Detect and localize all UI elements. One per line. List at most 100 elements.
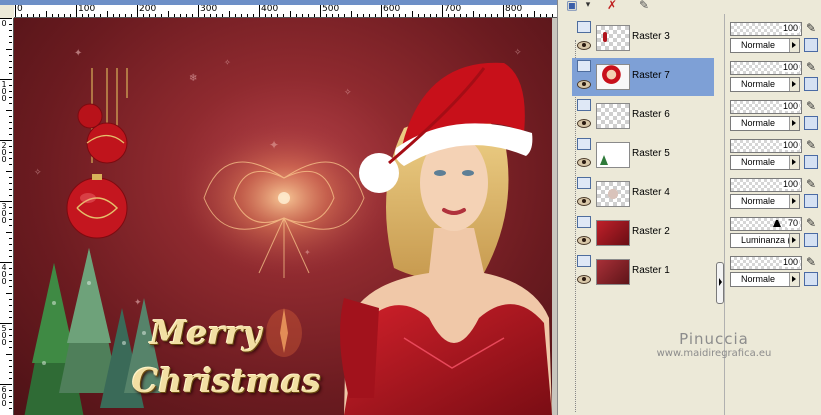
layer-row[interactable]: Raster 2 xyxy=(572,214,714,252)
sparkle: ✦ xyxy=(74,48,83,59)
lock-icon[interactable] xyxy=(804,194,818,208)
ruler-tick xyxy=(332,14,334,17)
lock-icon[interactable] xyxy=(804,233,818,247)
ruler-tick xyxy=(6,48,12,50)
paintbrush-icon[interactable]: ✎ xyxy=(804,216,818,230)
dropdown-arrow-icon[interactable] xyxy=(789,78,799,91)
eye-icon[interactable] xyxy=(577,275,591,284)
woman-santa-hat xyxy=(340,62,552,415)
blend-mode-select[interactable]: Normale xyxy=(730,38,800,53)
ruler-tick xyxy=(484,14,486,17)
ruler-tick xyxy=(204,14,206,17)
edit-icon[interactable]: ✎ xyxy=(636,0,652,12)
ruler-tick xyxy=(509,14,511,17)
eye-icon[interactable] xyxy=(577,119,591,128)
lock-icon[interactable] xyxy=(804,116,818,130)
ornament-thumb-icon xyxy=(603,32,607,42)
ruler-tick xyxy=(381,5,382,17)
layer-properties-row: 100 Normale ✎ xyxy=(725,136,821,174)
lock-icon[interactable] xyxy=(804,155,818,169)
eye-icon[interactable] xyxy=(577,80,591,89)
ruler-tick xyxy=(228,11,230,17)
ruler-tick xyxy=(9,54,12,56)
opacity-slider[interactable]: 100 xyxy=(730,256,802,270)
ruler-tick xyxy=(9,298,12,300)
ruler-tick xyxy=(137,5,138,17)
watermark-name: Pinuccia xyxy=(679,330,749,348)
opacity-slider[interactable]: 100 xyxy=(730,22,802,36)
lock-icon[interactable] xyxy=(804,38,818,52)
layer-row[interactable]: Raster 6 xyxy=(572,97,714,135)
ruler-tick xyxy=(198,5,199,17)
paintbrush-icon[interactable]: ✎ xyxy=(804,21,818,35)
layer-name: Raster 7 xyxy=(632,70,670,81)
blend-mode-select[interactable]: Normale xyxy=(730,77,800,92)
layer-row[interactable]: Raster 3 xyxy=(572,19,714,57)
dropdown-arrow-icon[interactable]: ▾ xyxy=(580,0,596,12)
dropdown-arrow-icon[interactable] xyxy=(789,234,799,247)
blend-mode-select[interactable]: Luminanza (L) xyxy=(730,233,800,248)
ruler-tick xyxy=(6,109,12,111)
ruler-tick xyxy=(185,14,187,17)
ruler-tick xyxy=(9,274,12,276)
dropdown-arrow-icon[interactable] xyxy=(789,39,799,52)
opacity-slider[interactable]: 100 xyxy=(730,100,802,114)
raster-layer-icon xyxy=(577,21,591,33)
ruler-tick xyxy=(338,14,340,17)
paintbrush-icon[interactable]: ✎ xyxy=(804,60,818,74)
expand-arrow-icon[interactable] xyxy=(716,262,724,304)
ruler-tick xyxy=(6,353,12,355)
paintbrush-icon[interactable]: ✎ xyxy=(804,177,818,191)
layer-row[interactable]: Raster 5 xyxy=(572,136,714,174)
dropdown-arrow-icon[interactable] xyxy=(789,156,799,169)
lock-icon[interactable] xyxy=(804,77,818,91)
paintbrush-icon[interactable]: ✎ xyxy=(804,99,818,113)
ruler-tick xyxy=(9,213,12,215)
layer-row[interactable]: Raster 1 xyxy=(572,253,714,291)
paintbrush-icon[interactable]: ✎ xyxy=(804,255,818,269)
new-layer-icon[interactable]: ▣ xyxy=(564,0,580,12)
opacity-slider[interactable]: 100 xyxy=(730,61,802,75)
lock-icon[interactable] xyxy=(804,272,818,286)
blend-mode-select[interactable]: Normale xyxy=(730,116,800,131)
ruler-tick xyxy=(442,5,443,17)
ruler-label: 700 xyxy=(444,5,462,14)
eye-icon[interactable] xyxy=(577,197,591,206)
dropdown-arrow-icon[interactable] xyxy=(789,195,799,208)
eye-icon[interactable] xyxy=(577,41,591,50)
ruler-tick xyxy=(161,14,163,17)
dropdown-arrow-icon[interactable] xyxy=(789,117,799,130)
ruler-tick xyxy=(472,11,474,17)
ruler-tick xyxy=(94,14,96,17)
layer-row[interactable]: Raster 7 xyxy=(572,58,714,96)
opacity-slider[interactable]: 100 xyxy=(730,178,802,192)
raster-layer-icon xyxy=(577,99,591,111)
ruler-tick xyxy=(374,14,376,17)
ruler-tick xyxy=(9,30,12,32)
sparkle: ✧ xyxy=(224,58,231,67)
ruler-tick xyxy=(9,127,12,129)
ruler-label: 100 xyxy=(78,5,96,14)
layer-thumbnail xyxy=(596,142,630,168)
blend-mode-select[interactable]: Normale xyxy=(730,155,800,170)
ruler-tick xyxy=(112,14,114,17)
opacity-slider[interactable]: 100 xyxy=(730,139,802,153)
blend-mode-select[interactable]: Normale xyxy=(730,194,800,209)
ruler-tick xyxy=(100,14,102,17)
blend-mode-select[interactable]: Normale xyxy=(730,272,800,287)
greeting-text: Merry Christmas xyxy=(132,313,332,413)
eye-icon[interactable] xyxy=(577,236,591,245)
eye-icon[interactable] xyxy=(577,158,591,167)
opacity-slider[interactable]: 70 xyxy=(730,217,802,231)
ruler-tick xyxy=(9,42,12,44)
delete-layer-icon[interactable]: ✗ xyxy=(604,0,620,12)
ruler-tick xyxy=(454,14,456,17)
dropdown-arrow-icon[interactable] xyxy=(789,273,799,286)
layer-thumbnail xyxy=(596,25,630,51)
layer-row[interactable]: Raster 4 xyxy=(572,175,714,213)
layer-name: Raster 1 xyxy=(632,265,670,276)
ruler-tick xyxy=(362,14,364,17)
ruler-tick xyxy=(130,14,132,17)
paintbrush-icon[interactable]: ✎ xyxy=(804,138,818,152)
canvas-image[interactable]: ✦ ✧ ✦ ✧ ✦ ✧ ✦ ❄ ✧ xyxy=(14,18,552,415)
